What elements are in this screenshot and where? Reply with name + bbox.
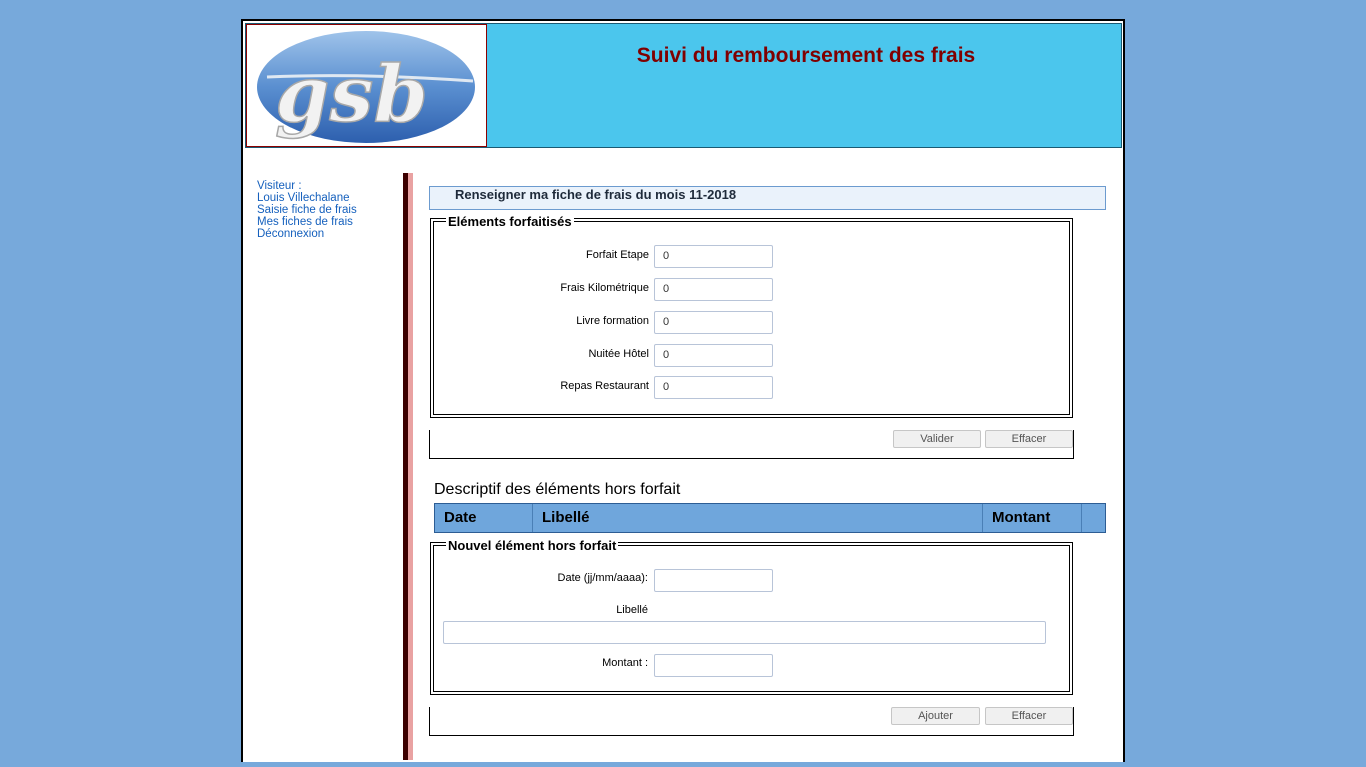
link-deconnexion[interactable]: Déconnexion xyxy=(257,228,357,240)
effacer-nouvel-button[interactable]: Effacer xyxy=(985,707,1073,725)
hors-forfait-table-header: Date Libellé Montant xyxy=(434,503,1106,533)
link-mes-fiches[interactable]: Mes fiches de frais xyxy=(257,216,357,228)
input-repas-restaurant[interactable]: 0 xyxy=(654,376,773,399)
visitor-name: Louis Villechalane xyxy=(257,192,350,204)
input-montant[interactable] xyxy=(654,654,773,677)
gsb-logo: gsb xyxy=(246,24,487,147)
page-container: gsb Suivi du remboursement des frais Vis… xyxy=(241,19,1125,762)
hors-forfait-title: Descriptif des éléments hors forfait xyxy=(434,481,681,498)
label-frais-kilometrique: Frais Kilométrique xyxy=(560,282,649,294)
svg-text:gsb: gsb xyxy=(275,49,428,140)
app-title: Suivi du remboursement des frais xyxy=(636,44,976,67)
input-frais-kilometrique[interactable]: 0 xyxy=(654,278,773,301)
input-nuitee-hotel[interactable]: 0 xyxy=(654,344,773,367)
month-banner: Renseigner ma fiche de frais du mois 11-… xyxy=(429,186,1106,210)
nouvel-element-button-bar: Ajouter Effacer xyxy=(429,707,1074,736)
logo-ellipse-icon: gsb xyxy=(257,31,475,143)
valider-button[interactable]: Valider xyxy=(893,430,981,448)
link-saisie-fiche[interactable]: Saisie fiche de frais xyxy=(257,204,357,216)
forfait-button-bar: Valider Effacer xyxy=(429,430,1074,459)
column-date: Date xyxy=(435,504,533,532)
column-montant: Montant xyxy=(983,504,1082,532)
header: gsb Suivi du remboursement des frais xyxy=(245,23,1122,148)
label-nuitee-hotel: Nuitée Hôtel xyxy=(588,348,649,360)
input-date[interactable] xyxy=(654,569,773,592)
input-livre-formation[interactable]: 0 xyxy=(654,311,773,334)
label-forfait-etape: Forfait Etape xyxy=(586,249,649,261)
label-date: Date (jj/mm/aaaa): xyxy=(557,572,648,584)
forfait-legend: Eléments forfaitisés xyxy=(446,214,574,229)
month-title: Renseigner ma fiche de frais du mois 11-… xyxy=(455,187,737,202)
effacer-forfait-button[interactable]: Effacer xyxy=(985,430,1073,448)
label-repas-restaurant: Repas Restaurant xyxy=(560,380,649,392)
input-libelle[interactable] xyxy=(443,621,1046,644)
label-livre-formation: Livre formation xyxy=(576,315,649,327)
nouvel-element-legend: Nouvel élément hors forfait xyxy=(446,538,619,553)
sidebar: Visiteur : Louis Villechalane Saisie fic… xyxy=(257,180,357,240)
column-libelle: Libellé xyxy=(533,504,983,532)
forfait-fieldset: Eléments forfaitisés Forfait Etape 0 Fra… xyxy=(430,214,1073,418)
nouvel-element-fieldset: Nouvel élément hors forfait Date (jj/mm/… xyxy=(430,538,1073,695)
label-libelle: Libellé xyxy=(616,604,648,616)
label-montant: Montant : xyxy=(602,657,648,669)
input-forfait-etape[interactable]: 0 xyxy=(654,245,773,268)
vertical-separator xyxy=(403,173,413,760)
visitor-label: Visiteur : xyxy=(257,180,302,192)
ajouter-button[interactable]: Ajouter xyxy=(891,707,980,725)
